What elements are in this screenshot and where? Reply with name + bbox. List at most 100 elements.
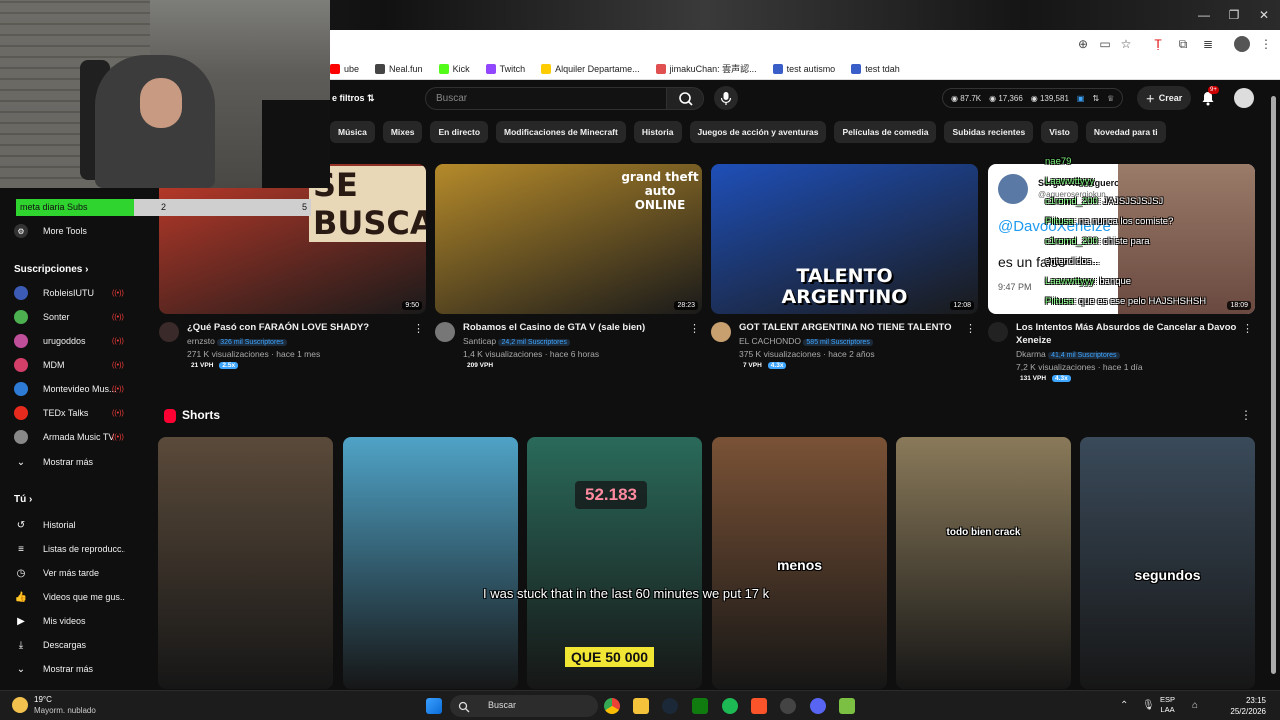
- brave-icon[interactable]: [751, 698, 767, 714]
- category-chip[interactable]: Subidas recientes: [944, 121, 1034, 143]
- video-title[interactable]: Robamos el Casino de GTA V (sale bien): [463, 322, 689, 335]
- video-menu-icon[interactable]: ⋮: [1242, 322, 1253, 335]
- sidebar-item-more-tools[interactable]: ⚙ More Tools: [0, 220, 150, 242]
- sidebar-item-subscription[interactable]: RobleisIUTU ((•)): [0, 282, 150, 304]
- clock[interactable]: 23:15 25/2/2026: [1216, 695, 1266, 717]
- video-thumbnail-2[interactable]: grand theft auto ONLINE 28:23: [435, 164, 702, 314]
- shorts-menu-icon[interactable]: ⋮: [1240, 408, 1252, 422]
- tray-mic-icon[interactable]: 🎙: [1142, 700, 1155, 711]
- trophy-icon[interactable]: ♕: [1107, 94, 1114, 103]
- sidebar-item-subscription[interactable]: MDM ((•)): [0, 354, 150, 376]
- subscriptions-heading[interactable]: Suscripciones ›: [14, 264, 88, 275]
- bookmark-item[interactable]: test autismo: [772, 63, 835, 74]
- search-input[interactable]: Buscar: [425, 87, 667, 110]
- bookmark-star-icon[interactable]: ☆: [1118, 36, 1134, 52]
- file-explorer-icon[interactable]: [633, 698, 649, 714]
- category-chip[interactable]: Modificaciones de Minecraft: [496, 121, 626, 143]
- xbox-icon[interactable]: [692, 698, 708, 714]
- bookmark-item[interactable]: Kick: [438, 63, 470, 74]
- channel-avatar[interactable]: [435, 322, 455, 342]
- video-card[interactable]: SE BUSCA 9:50 ¿Qué Pasó con FARAÓN LOVE SH…: [159, 164, 426, 384]
- scrollbar-thumb[interactable]: [1271, 96, 1276, 674]
- minecraft-icon[interactable]: [839, 698, 855, 714]
- video-title[interactable]: GOT TALENT ARGENTINA NO TIENE TALENTO: [739, 322, 965, 335]
- search-button[interactable]: [666, 87, 704, 110]
- extensions-icon[interactable]: ⧉: [1175, 36, 1191, 52]
- video-thumbnail-3[interactable]: TALENTO ARGENTINO 12:08: [711, 164, 978, 314]
- media-icon[interactable]: ≣: [1200, 36, 1216, 52]
- show-more-you[interactable]: ⌄ Mostrar más: [0, 658, 150, 680]
- browser-menu-icon[interactable]: ⋮: [1258, 36, 1274, 52]
- channel-avatar[interactable]: [711, 322, 731, 342]
- sidebar-item-subscription[interactable]: TEDx Talks ((•)): [0, 402, 150, 424]
- voice-search-button[interactable]: [714, 86, 738, 110]
- short-card[interactable]: 52.183 QUE 50 000: [527, 437, 702, 689]
- video-menu-icon[interactable]: ⋮: [689, 322, 700, 335]
- category-chip[interactable]: Películas de comedia: [834, 121, 937, 143]
- video-menu-icon[interactable]: ⋮: [965, 322, 976, 335]
- windows-start-icon[interactable]: [426, 698, 442, 714]
- page-scrollbar[interactable]: [1271, 86, 1276, 688]
- video-title[interactable]: Los Intentos Más Absurdos de Cancelar a …: [1016, 322, 1242, 347]
- sort-icon[interactable]: ⇅: [1092, 94, 1099, 103]
- short-card[interactable]: menos: [712, 437, 887, 689]
- category-chip[interactable]: Mixes: [382, 121, 423, 143]
- video-channel[interactable]: ernzsto 326 mil Suscriptores: [187, 336, 287, 346]
- sidebar-item-you[interactable]: ⤓ Descargas: [0, 634, 150, 656]
- tray-expand-icon[interactable]: ⌃: [1120, 700, 1128, 711]
- create-button[interactable]: ＋ Crear: [1137, 86, 1191, 110]
- account-avatar[interactable]: [1234, 88, 1254, 108]
- extension-icon[interactable]: ▣: [1077, 94, 1085, 103]
- channel-avatar[interactable]: [988, 322, 1008, 342]
- sidebar-item-you[interactable]: ◷ Ver más tarde: [0, 562, 150, 584]
- video-card[interactable]: TALENTO ARGENTINO 12:08 GOT TALENT ARGENTI…: [711, 164, 978, 384]
- video-title[interactable]: ¿Qué Pasó con FARAÓN LOVE SHADY?: [187, 322, 413, 335]
- bookmark-item[interactable]: ube: [330, 63, 359, 74]
- short-card[interactable]: [343, 437, 518, 689]
- video-channel[interactable]: Santicap 24,2 mil Suscriptores: [463, 336, 570, 346]
- sidebar-item-subscription[interactable]: urugoddos ((•)): [0, 330, 150, 352]
- bookmark-item[interactable]: Alquiler Departame...: [541, 63, 640, 74]
- discord-icon[interactable]: [810, 698, 826, 714]
- cast-icon[interactable]: ▭: [1097, 36, 1113, 52]
- maximize-button[interactable]: ❐: [1224, 6, 1244, 24]
- steam-icon[interactable]: [662, 698, 678, 714]
- language-indicator[interactable]: ESP LAA: [1160, 695, 1175, 715]
- category-chip[interactable]: Juegos de acción y aventuras: [689, 121, 827, 143]
- you-heading[interactable]: Tú ›: [14, 494, 32, 505]
- short-card[interactable]: [158, 437, 333, 689]
- video-channel[interactable]: EL CACHONDO 585 mil Suscriptores: [739, 336, 873, 346]
- obs-icon[interactable]: [780, 698, 796, 714]
- sidebar-item-subscription[interactable]: Montevideo Mus... ((•)): [0, 378, 150, 400]
- sidebar-item-you[interactable]: 👍 Videos que me gus...: [0, 586, 150, 608]
- taskbar-search[interactable]: Buscar: [450, 695, 598, 717]
- network-icon[interactable]: ⌂: [1192, 700, 1198, 711]
- sidebar-item-you[interactable]: ▶ Mis videos: [0, 610, 150, 632]
- video-menu-icon[interactable]: ⋮: [413, 322, 424, 335]
- filters-button[interactable]: e filtros ⇅: [332, 93, 375, 104]
- channel-avatar[interactable]: [159, 322, 179, 342]
- category-chip[interactable]: En directo: [430, 121, 489, 143]
- minimize-button[interactable]: —: [1194, 6, 1214, 24]
- sidebar-item-subscription[interactable]: Sonter ((•)): [0, 306, 150, 328]
- video-channel[interactable]: Dkarma 41,4 mil Suscriptores: [1016, 349, 1120, 359]
- short-card[interactable]: segundos: [1080, 437, 1255, 689]
- close-button[interactable]: ✕: [1254, 6, 1274, 24]
- show-more-subscriptions[interactable]: ⌄ Mostrar más: [0, 451, 150, 473]
- sidebar-item-you[interactable]: ↺ Historial: [0, 514, 150, 536]
- short-card[interactable]: todo bien crack: [896, 437, 1071, 689]
- profile-avatar-icon[interactable]: [1234, 36, 1250, 52]
- bookmark-item[interactable]: test tdah: [851, 63, 900, 74]
- category-chip[interactable]: Historia: [633, 121, 682, 143]
- bookmark-item[interactable]: Neal.fun: [375, 63, 423, 74]
- video-card[interactable]: grand theft auto ONLINE 28:23 Robamos el C…: [435, 164, 702, 384]
- extension-translate-icon[interactable]: Ṭ: [1150, 36, 1166, 52]
- zoom-icon[interactable]: ⊕: [1075, 36, 1091, 52]
- spotify-icon[interactable]: [722, 698, 738, 714]
- sidebar-item-subscription[interactable]: Armada Music TV ((•)): [0, 426, 150, 448]
- chrome-icon[interactable]: [604, 698, 620, 714]
- sidebar-item-you[interactable]: ≡ Listas de reproducc...: [0, 538, 150, 560]
- category-chip[interactable]: Música: [330, 121, 375, 143]
- bookmark-item[interactable]: Twitch: [485, 63, 525, 74]
- bookmark-item[interactable]: jimakuChan: 雲声認...: [655, 62, 757, 75]
